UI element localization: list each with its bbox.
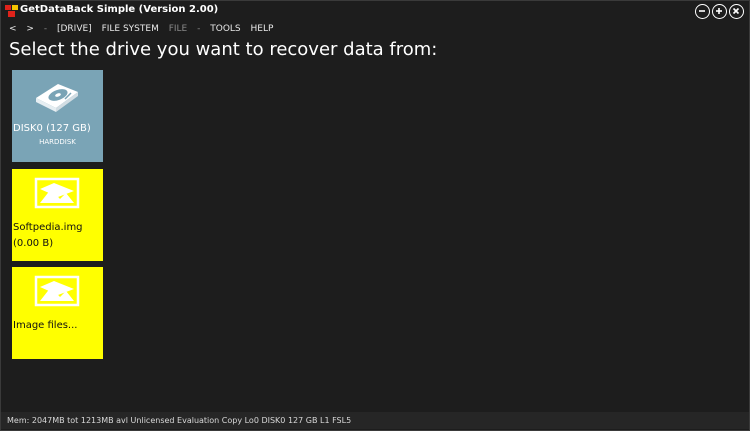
menu-item-tools[interactable]: TOOLS (210, 24, 240, 34)
drive-name: Image files... (13, 320, 78, 331)
minus-icon (699, 10, 705, 12)
plus-icon (716, 8, 722, 14)
close-icon (732, 7, 740, 15)
close-button[interactable] (729, 4, 744, 19)
drive-name: DISK0 (127 GB) (13, 123, 91, 134)
drive-tile-softpedia-img[interactable]: Softpedia.img (0.00 B) (12, 169, 103, 261)
image-file-icon (34, 177, 80, 209)
app-logo-icon (5, 5, 18, 17)
menu-item-file-system[interactable]: FILE SYSTEM (102, 24, 159, 34)
menu-item-help[interactable]: HELP (251, 24, 274, 34)
drive-name: Softpedia.img (13, 222, 83, 233)
menu-bar: < > - [DRIVE] FILE SYSTEM FILE - TOOLS H… (9, 24, 280, 36)
drive-type: HARDDISK (39, 138, 76, 146)
menu-item-drive[interactable]: [DRIVE] (57, 24, 92, 34)
back-button[interactable]: < (9, 24, 17, 34)
maximize-button[interactable] (712, 4, 727, 19)
image-file-icon (34, 275, 80, 307)
app-window: GetDataBack Simple (Version 2.00) < > - … (0, 0, 750, 431)
window-title: GetDataBack Simple (Version 2.00) (20, 4, 219, 15)
menu-item-file[interactable]: FILE (169, 24, 188, 34)
menu-separator-2: - (197, 24, 201, 34)
forward-button[interactable]: > (26, 24, 34, 34)
minimize-button[interactable] (695, 4, 710, 19)
drive-tile-disk0[interactable]: DISK0 (127 GB) HARDDISK (12, 70, 103, 162)
drive-size: (0.00 B) (13, 238, 54, 249)
drive-tile-image-files[interactable]: Image files... (12, 267, 103, 359)
title-bar: GetDataBack Simple (Version 2.00) (1, 1, 749, 21)
status-bar: Mem: 2047MB tot 1213MB avl Unlicensed Ev… (1, 412, 749, 429)
menu-separator: - (43, 24, 48, 34)
page-heading: Select the drive you want to recover dat… (9, 39, 438, 60)
harddisk-icon (36, 84, 78, 112)
